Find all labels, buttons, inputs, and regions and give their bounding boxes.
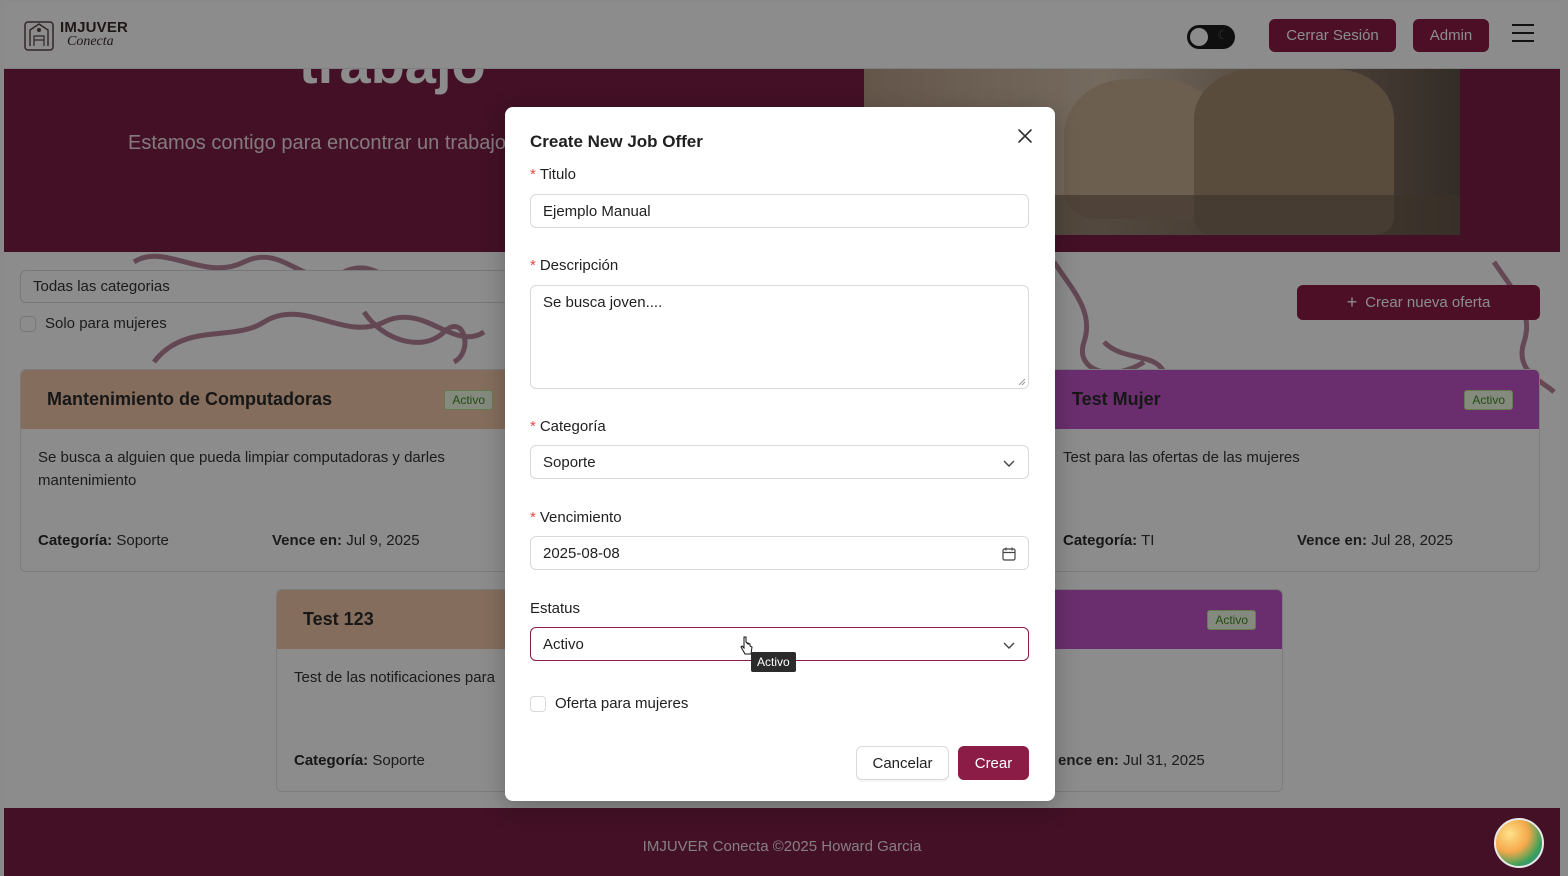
- modal-title: Create New Job Offer: [530, 132, 703, 151]
- chevron-down-icon: [1003, 642, 1015, 649]
- women-offer-option[interactable]: Oferta para mujeres: [530, 695, 688, 712]
- create-button[interactable]: Crear: [958, 746, 1029, 780]
- estatus-label: Estatus: [530, 600, 581, 617]
- chevron-down-icon: [1003, 460, 1015, 467]
- titulo-input[interactable]: Ejemplo Manual: [530, 194, 1029, 228]
- cancel-button[interactable]: Cancelar: [856, 746, 949, 780]
- calendar-icon[interactable]: [1001, 546, 1017, 562]
- close-icon[interactable]: [1016, 127, 1034, 145]
- vencimiento-label: * Vencimiento: [530, 509, 622, 526]
- women-offer-label: Oferta para mujeres: [555, 695, 689, 712]
- status-tooltip: Activo: [751, 652, 796, 672]
- resize-grip-icon[interactable]: [1018, 378, 1026, 386]
- descripcion-value: Se busca joven....: [543, 294, 663, 311]
- descripcion-textarea[interactable]: Se busca joven....: [530, 285, 1029, 389]
- women-offer-checkbox[interactable]: [530, 695, 546, 712]
- create-job-offer-modal: Create New Job Offer * Titulo Ejemplo Man…: [505, 107, 1055, 801]
- avatar[interactable]: [1494, 818, 1544, 868]
- estatus-value: Activo: [543, 636, 584, 653]
- categoria-value: Soporte: [543, 454, 596, 471]
- descripcion-label: * Descripción: [530, 257, 619, 274]
- titulo-label: * Titulo: [530, 166, 576, 183]
- categoria-select[interactable]: Soporte: [530, 445, 1029, 479]
- vencimiento-value: 2025-08-08: [543, 545, 620, 562]
- categoria-label: * Categoría: [530, 418, 606, 435]
- vencimiento-date-picker[interactable]: 2025-08-08: [530, 536, 1029, 570]
